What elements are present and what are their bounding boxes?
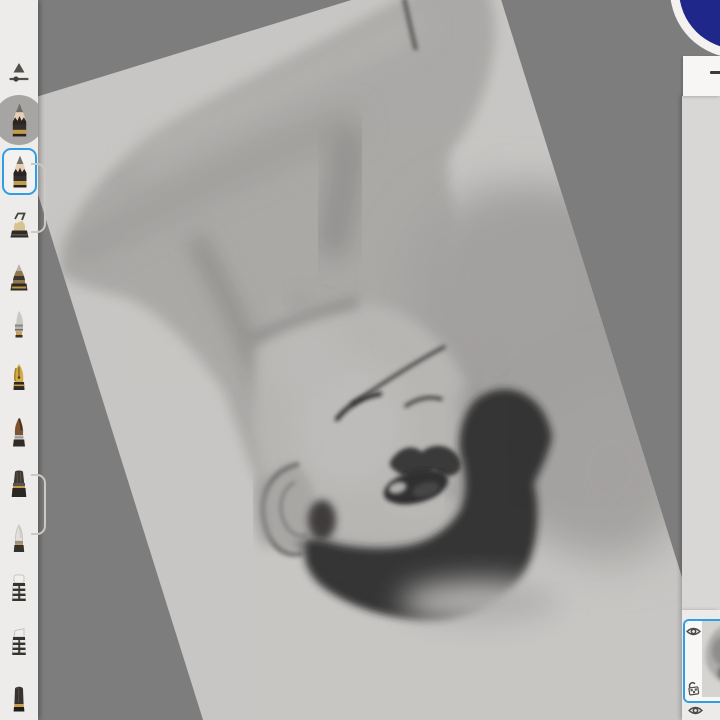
pen-nib-button[interactable] [0,356,38,402]
eye-icon[interactable] [688,705,703,716]
cone-brush-icon [6,262,32,296]
marker-angled-button[interactable] [0,620,38,666]
round-brush-button[interactable] [0,410,38,456]
active-tool-badge[interactable] [0,95,38,145]
right-panel[interactable] [682,96,720,610]
airbrush-button[interactable] [0,303,38,349]
brush-toolbar [0,0,38,720]
round-brush-icon [6,416,32,450]
layers-panel [682,610,720,720]
cone-brush-button[interactable] [0,256,38,302]
eraser-stub-button[interactable] [0,676,38,720]
layer-item-selected[interactable] [683,619,720,703]
brush-size-slider[interactable] [0,52,38,98]
right-toolbar-stub[interactable] [683,56,720,96]
brush-group-bracket[interactable] [31,163,46,233]
eraser-stub-icon [6,682,32,716]
marker-angled-icon [6,626,32,660]
layer-item[interactable] [688,705,703,717]
app-window [0,0,720,720]
minimize-dash-icon [710,71,720,74]
canvas-area[interactable] [0,0,720,720]
marker-flat-button[interactable] [0,566,38,612]
soft-brush-icon [6,522,32,556]
alpha-lock-icon[interactable] [687,681,700,696]
pencil-tip-icon [6,103,33,138]
pen-nib-icon [6,362,32,396]
marker-flat-icon [6,572,32,606]
flat-brush-icon [6,467,32,501]
layer-thumbnail [702,621,720,701]
brush-group-bracket[interactable] [31,474,46,535]
eye-icon[interactable] [686,626,701,637]
size-slider-icon [6,60,32,90]
ink-pot-brush-icon [6,210,32,244]
airbrush-icon [6,309,32,343]
pencil-brush-icon [7,155,33,189]
